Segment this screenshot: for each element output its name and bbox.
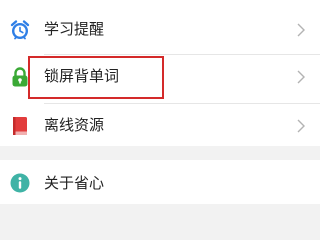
settings-list: 学习提醒 锁屏背单词 离线资源 xyxy=(0,0,320,146)
about-section: 关于省心 xyxy=(0,160,320,204)
settings-item-about[interactable]: 关于省心 xyxy=(0,160,320,204)
settings-item-study-reminder[interactable]: 学习提醒 xyxy=(0,7,320,55)
settings-item-label: 离线资源 xyxy=(44,116,105,134)
book-icon xyxy=(9,115,31,137)
settings-item-lockscreen-words[interactable]: 锁屏背单词 xyxy=(0,54,320,102)
chevron-right-icon xyxy=(296,69,306,85)
settings-item-offline-resources[interactable]: 离线资源 xyxy=(0,103,320,151)
settings-item-label: 关于省心 xyxy=(44,174,105,192)
chevron-right-icon xyxy=(296,118,306,134)
settings-item-label: 锁屏背单词 xyxy=(44,67,120,85)
lock-icon xyxy=(9,66,31,88)
alarm-clock-icon xyxy=(9,19,31,41)
settings-item-label: 学习提醒 xyxy=(44,20,105,38)
chevron-right-icon xyxy=(296,22,306,38)
info-icon xyxy=(9,172,31,194)
